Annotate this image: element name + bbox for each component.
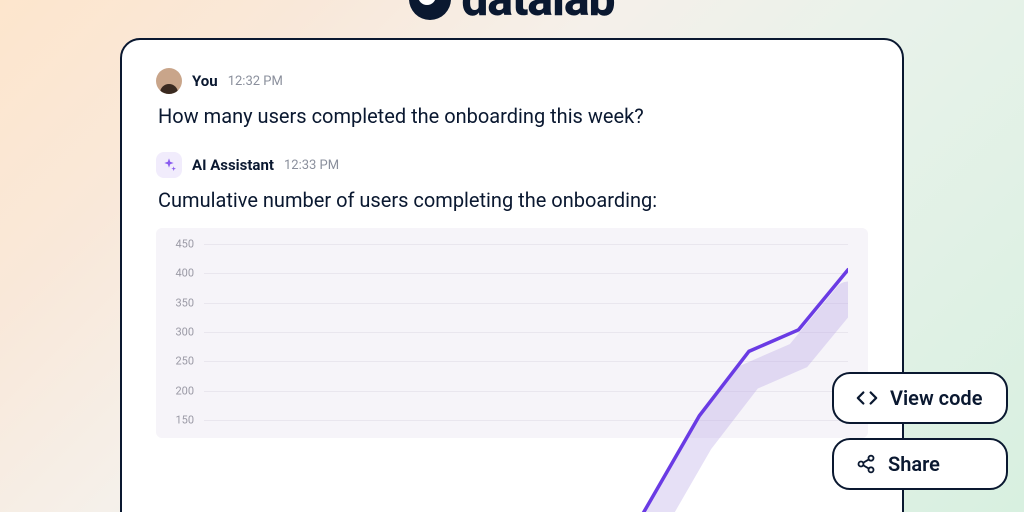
user-message: You 12:32 PM How many users completed th… <box>156 68 868 130</box>
view-code-button[interactable]: View code <box>832 372 1008 424</box>
chart-ytick: 450 <box>166 238 194 251</box>
chart-ytick: 400 <box>166 267 194 280</box>
ai-timestamp: 12:33 PM <box>284 158 339 173</box>
view-code-label: View code <box>890 386 982 410</box>
chart-ytick: 300 <box>166 326 194 339</box>
chart-ytick: 350 <box>166 296 194 309</box>
chat-card: You 12:32 PM How many users completed th… <box>120 38 904 512</box>
ai-message-header: AI Assistant 12:33 PM <box>156 152 868 178</box>
share-button[interactable]: Share <box>832 438 1008 490</box>
chart-line <box>204 244 848 512</box>
chart-ytick: 250 <box>166 355 194 368</box>
user-message-header: You 12:32 PM <box>156 68 868 94</box>
brand-name: datalab <box>461 0 614 27</box>
brand-logo-mark-icon <box>409 0 451 20</box>
user-sender-label: You <box>192 72 218 90</box>
share-label: Share <box>888 452 940 476</box>
user-message-body: How many users completed the onboarding … <box>158 102 868 130</box>
floating-actions: View code Share <box>832 372 1008 490</box>
brand-logo: datalab <box>409 0 614 27</box>
share-icon <box>856 454 876 474</box>
code-icon <box>856 387 878 409</box>
chart-ytick: 200 <box>166 384 194 397</box>
chart-ytick: 150 <box>166 414 194 427</box>
user-timestamp: 12:32 PM <box>228 74 283 89</box>
brand-bar: datalab <box>0 0 1024 27</box>
ai-sender-label: AI Assistant <box>192 156 274 174</box>
ai-sparkle-icon <box>156 152 182 178</box>
ai-message-body: Cumulative number of users completing th… <box>158 186 868 214</box>
onboarding-chart: 150 200 250 300 350 400 450 <box>156 228 868 438</box>
ai-message: AI Assistant 12:33 PM Cumulative number … <box>156 152 868 438</box>
user-avatar <box>156 68 182 94</box>
